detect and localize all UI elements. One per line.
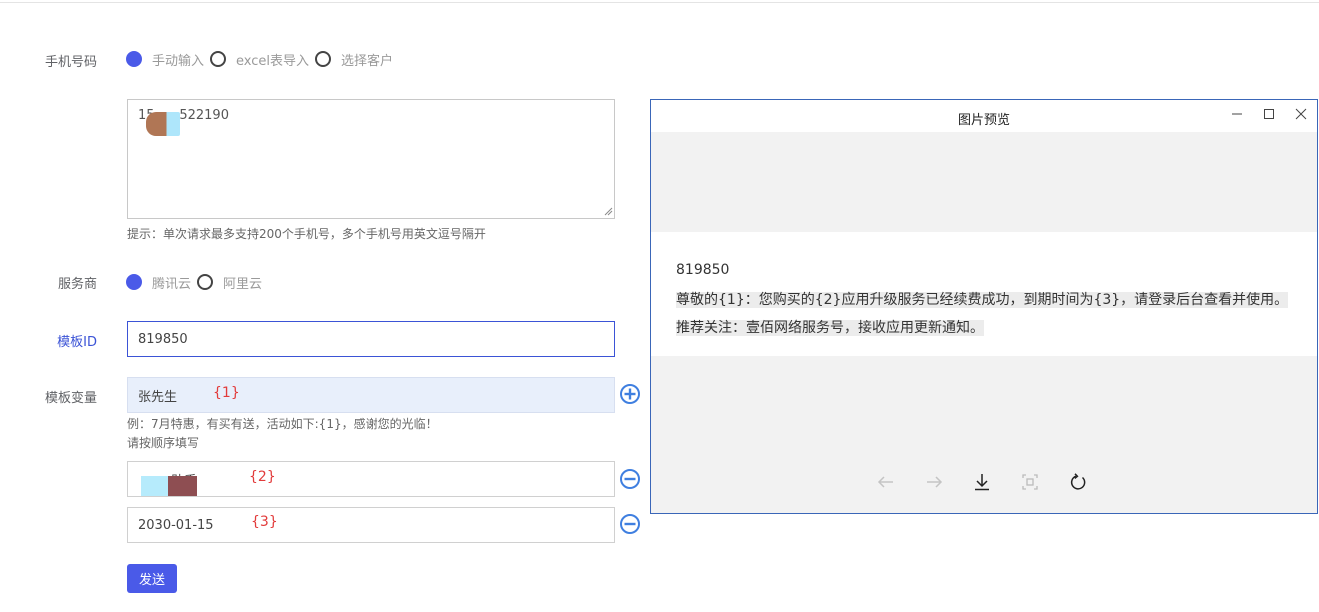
minimize-icon[interactable] bbox=[1227, 106, 1247, 122]
template-id-input[interactable] bbox=[127, 321, 615, 357]
resize-grip-icon[interactable] bbox=[603, 206, 613, 216]
template-id-label: 模板ID bbox=[57, 335, 97, 350]
radio-label: 选择客户 bbox=[341, 53, 394, 69]
maximize-icon[interactable] bbox=[1259, 106, 1279, 122]
redacted-blur bbox=[146, 112, 180, 136]
radio-label: 手动输入 bbox=[152, 53, 205, 69]
template-var-1-input[interactable] bbox=[127, 377, 615, 413]
preview-toolbar bbox=[876, 472, 1088, 492]
order-hint: 请按顺序填写 bbox=[127, 436, 200, 450]
radio-tencent-cloud[interactable]: 腾讯云 bbox=[126, 273, 195, 292]
radio-dot bbox=[315, 51, 332, 67]
preview-titlebar[interactable]: 图片预览 bbox=[651, 100, 1317, 132]
image-preview-window: 图片预览 819850 尊敬的{1}：您购买的{2}应用升级服务已经续费成功，到… bbox=[650, 99, 1318, 514]
radio-label: 阿里云 bbox=[223, 276, 263, 292]
phone-numbers-textarea[interactable]: 15 522190 bbox=[127, 99, 615, 219]
rotate-icon[interactable] bbox=[1068, 472, 1088, 492]
preview-title: 图片预览 bbox=[957, 113, 1010, 128]
radio-excel-import[interactable]: excel表导入 bbox=[210, 50, 313, 69]
template-vars-label: 模板变量 bbox=[44, 391, 97, 406]
provider-radio-group: 腾讯云 阿里云 bbox=[126, 272, 266, 292]
send-button[interactable]: 发送 bbox=[127, 564, 177, 593]
provider-label: 服务商 bbox=[57, 277, 97, 292]
preview-message-body: 尊敬的{1}：您购买的{2}应用升级服务已经续费成功，到期时间为{3}，请登录后… bbox=[676, 286, 1301, 342]
phone-hint: 提示：单次请求最多支持200个手机号，多个手机号用英文逗号隔开 bbox=[127, 227, 486, 241]
prev-arrow-icon[interactable] bbox=[876, 472, 896, 492]
top-divider bbox=[0, 2, 1319, 3]
phone-label: 手机号码 bbox=[44, 55, 97, 70]
preview-message-text: 尊敬的{1}：您购买的{2}应用升级服务已经续费成功，到期时间为{3}，请登录后… bbox=[676, 292, 1289, 336]
template-var-2-input[interactable] bbox=[127, 461, 615, 497]
fit-screen-icon[interactable] bbox=[1020, 472, 1040, 492]
template-example: 例：7月特惠，有买有送，活动如下:{1}，感谢您的光临！ bbox=[127, 417, 438, 431]
radio-label: 腾讯云 bbox=[152, 276, 192, 292]
radio-aliyun[interactable]: 阿里云 bbox=[197, 273, 266, 292]
download-icon[interactable] bbox=[972, 472, 992, 492]
radio-select-customer[interactable]: 选择客户 bbox=[315, 50, 397, 69]
radio-dot bbox=[197, 274, 214, 290]
template-var-3-input[interactable] bbox=[127, 507, 615, 543]
close-icon[interactable] bbox=[1291, 106, 1311, 122]
var-tag-2: {2} bbox=[249, 469, 276, 485]
var-tag-3: {3} bbox=[251, 514, 278, 530]
redacted-blur bbox=[141, 476, 197, 496]
var-tag-1: {1} bbox=[213, 385, 240, 401]
remove-variable-icon[interactable] bbox=[620, 469, 640, 489]
preview-image: 819850 尊敬的{1}：您购买的{2}应用升级服务已经续费成功，到期时间为{… bbox=[651, 232, 1317, 356]
add-variable-icon[interactable] bbox=[620, 384, 640, 404]
radio-label: excel表导入 bbox=[236, 53, 310, 69]
radio-manual-input[interactable]: 手动输入 bbox=[126, 50, 208, 69]
radio-dot bbox=[126, 51, 142, 67]
radio-dot bbox=[210, 51, 227, 67]
remove-variable-icon[interactable] bbox=[620, 514, 640, 534]
next-arrow-icon[interactable] bbox=[924, 472, 944, 492]
radio-dot bbox=[126, 274, 142, 290]
phone-source-radio-group: 手动输入 excel表导入 选择客户 bbox=[126, 49, 397, 69]
preview-template-id: 819850 bbox=[676, 262, 730, 278]
